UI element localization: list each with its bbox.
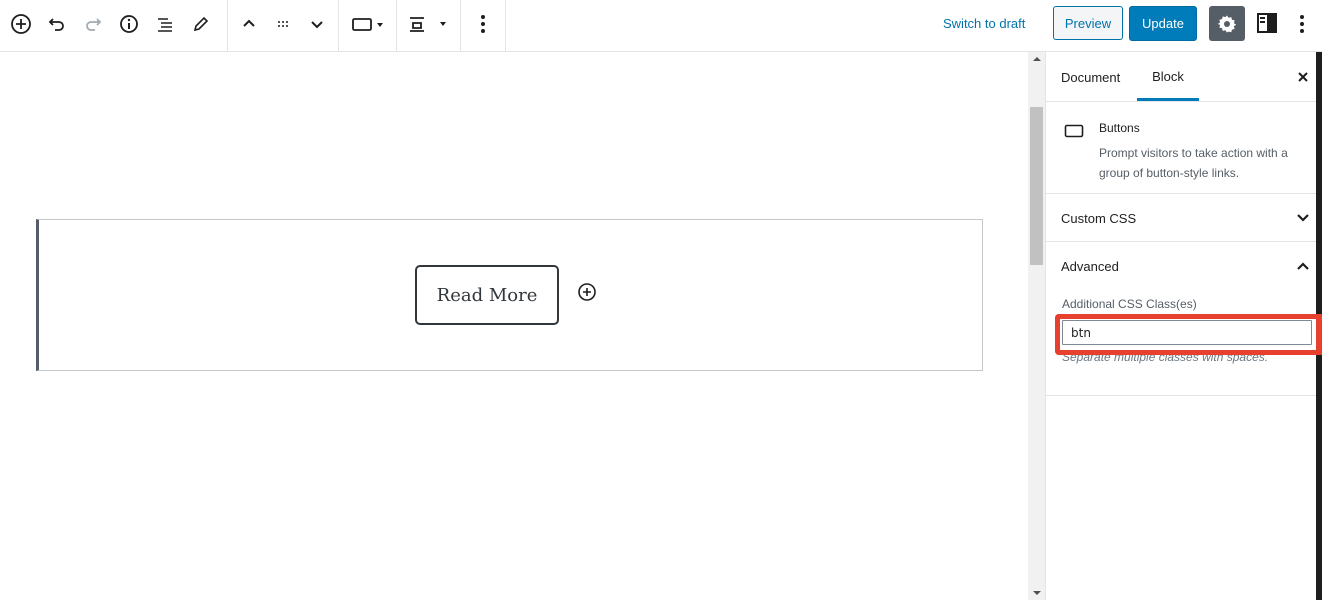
toolbar-separator (338, 0, 339, 51)
toolbar-separator (227, 0, 228, 51)
sidebar-tabs: Document Block (1046, 52, 1322, 102)
css-class-input[interactable] (1062, 320, 1312, 345)
advanced-toggle[interactable]: Advanced (1046, 242, 1322, 290)
more-tools-icon[interactable] (1288, 8, 1316, 40)
move-up-icon[interactable] (233, 8, 265, 40)
more-options-icon[interactable] (467, 8, 499, 40)
settings-gear-icon[interactable] (1209, 6, 1245, 41)
drag-handle-icon[interactable] (267, 8, 299, 40)
custom-css-panel: Custom CSS (1046, 194, 1322, 242)
advanced-panel: Advanced Additional CSS Class(es) Separa… (1046, 242, 1322, 396)
undo-icon[interactable] (41, 8, 73, 40)
scrollbar-thumb[interactable] (1030, 107, 1043, 265)
scroll-down-arrow-icon[interactable] (1028, 586, 1045, 600)
buttons-block-icon (1064, 124, 1086, 142)
redo-icon[interactable] (77, 8, 109, 40)
inserter-plus-icon[interactable] (577, 282, 597, 302)
toolbar-separator (460, 0, 461, 51)
settings-sidebar: Document Block Buttons Prompt visitors t… (1045, 52, 1322, 600)
window-edge (1316, 52, 1322, 314)
chevron-up-icon (1294, 258, 1312, 274)
preview-button[interactable]: Preview (1053, 6, 1123, 40)
block-type-buttons-icon[interactable] (350, 8, 386, 40)
tab-document[interactable]: Document (1061, 52, 1120, 102)
update-button[interactable]: Update (1129, 6, 1197, 41)
move-down-icon[interactable] (301, 8, 333, 40)
chevron-down-icon (1294, 210, 1312, 226)
block-card: Buttons Prompt visitors to take action w… (1046, 102, 1322, 194)
align-center-icon[interactable] (406, 8, 450, 40)
panel-title-custom-css: Custom CSS (1061, 211, 1137, 226)
window-edge (1316, 355, 1322, 600)
block-navigation-icon[interactable] (149, 8, 181, 40)
editor-scrollbar[interactable] (1028, 52, 1045, 600)
toolbar-separator (396, 0, 397, 51)
add-block-icon[interactable] (5, 8, 37, 40)
block-card-description: Prompt visitors to take action with a gr… (1099, 146, 1288, 180)
editor-toolbar: Switch to draft Preview Update (0, 0, 1322, 52)
css-class-help: Separate multiple classes with spaces. (1062, 350, 1269, 364)
toolbar-separator (505, 0, 506, 51)
scroll-up-arrow-icon[interactable] (1028, 52, 1045, 66)
editor-layout-icon[interactable] (1253, 9, 1281, 37)
block-card-title: Buttons (1099, 121, 1140, 135)
close-icon[interactable] (1294, 68, 1312, 86)
editor-canvas[interactable] (0, 52, 1028, 600)
info-icon[interactable] (113, 8, 145, 40)
switch-to-draft-link[interactable]: Switch to draft (943, 16, 1025, 31)
custom-css-toggle[interactable]: Custom CSS (1046, 194, 1322, 242)
read-more-button[interactable]: Read More (415, 265, 559, 325)
panel-title-advanced: Advanced (1061, 259, 1119, 274)
tab-block[interactable]: Block (1137, 52, 1199, 101)
edit-pencil-icon[interactable] (185, 8, 217, 40)
css-class-label: Additional CSS Class(es) (1062, 297, 1197, 311)
